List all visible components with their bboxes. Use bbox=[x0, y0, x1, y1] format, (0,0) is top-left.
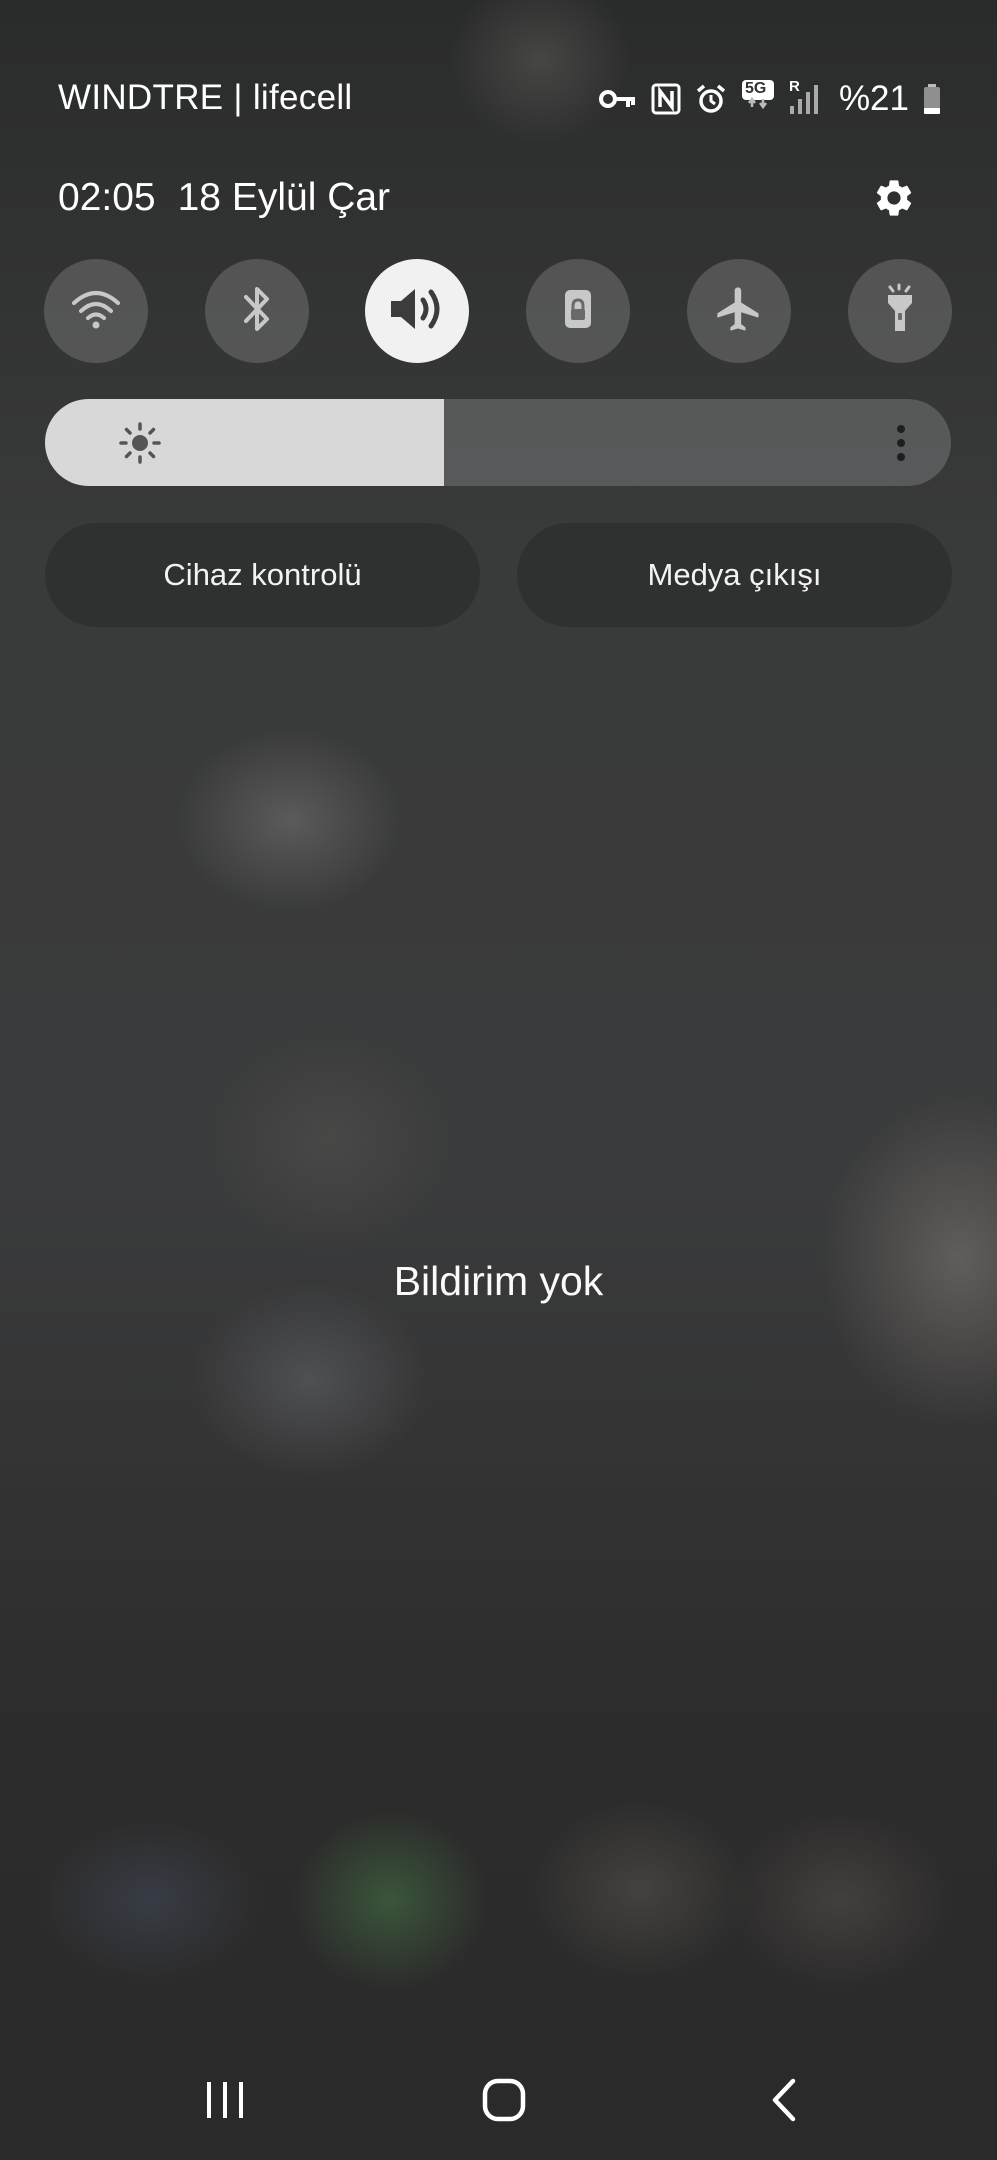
volume-icon bbox=[387, 283, 447, 340]
brightness-slider[interactable] bbox=[45, 399, 951, 486]
airplane-icon bbox=[713, 283, 765, 340]
roaming-label: R bbox=[788, 78, 800, 95]
brightness-level bbox=[45, 399, 444, 486]
battery-percentage: %21 bbox=[838, 79, 909, 118]
battery-icon bbox=[923, 83, 941, 115]
media-output-button[interactable]: Medya çıkışı bbox=[517, 523, 952, 627]
flashlight-toggle[interactable] bbox=[848, 259, 952, 363]
date-text: 18 Eylül Çar bbox=[177, 176, 391, 219]
sun-icon bbox=[117, 420, 163, 466]
status-icons: 5G R %21 bbox=[598, 78, 941, 120]
lock-icon bbox=[563, 288, 593, 335]
nfc-icon bbox=[651, 83, 681, 115]
carrier-name: WINDTRE | lifecell bbox=[58, 78, 353, 117]
wifi-toggle[interactable] bbox=[44, 259, 148, 363]
bluetooth-toggle[interactable] bbox=[205, 259, 309, 363]
airplane-toggle[interactable] bbox=[687, 259, 791, 363]
vpn-key-icon bbox=[598, 87, 637, 111]
wifi-icon bbox=[70, 287, 122, 336]
sound-toggle[interactable] bbox=[365, 259, 469, 363]
back-icon bbox=[769, 2077, 799, 2128]
signal-icon: R bbox=[789, 78, 819, 116]
no-notifications-text: Bildirim yok bbox=[393, 1258, 604, 1304]
network-type-label: 5G bbox=[744, 80, 767, 97]
clock-time: 02:05 bbox=[58, 176, 156, 219]
gear-icon[interactable] bbox=[872, 176, 916, 220]
status-bar: WINDTRE | lifecell 5G R %21 bbox=[0, 0, 997, 200]
device-control-button[interactable]: Cihaz kontrolü bbox=[45, 523, 480, 627]
quick-toggles bbox=[44, 259, 954, 363]
more-vert-icon[interactable] bbox=[891, 420, 911, 466]
bluetooth-icon bbox=[242, 283, 272, 340]
home-button[interactable] bbox=[464, 2070, 544, 2134]
5g-icon: 5G bbox=[741, 79, 775, 119]
alarm-icon bbox=[695, 83, 727, 115]
rotation-lock-toggle[interactable] bbox=[526, 259, 630, 363]
flashlight-icon bbox=[885, 283, 915, 340]
home-icon bbox=[482, 2078, 526, 2127]
recents-icon bbox=[203, 2080, 247, 2125]
back-button[interactable] bbox=[744, 2070, 824, 2134]
date-time: 02:05 18 Eylül Çar bbox=[58, 176, 390, 220]
recents-button[interactable] bbox=[185, 2070, 265, 2134]
